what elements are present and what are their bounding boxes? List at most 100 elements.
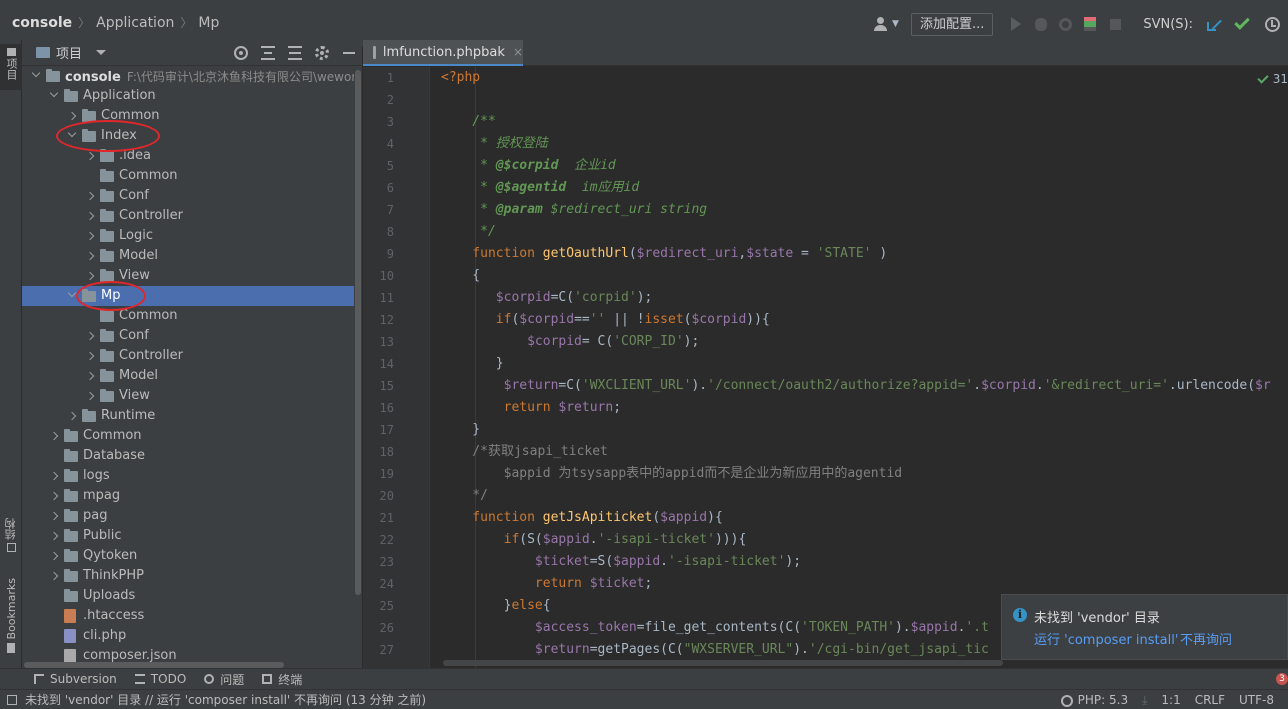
chevron-right-icon[interactable]: [85, 371, 95, 381]
php-language-level[interactable]: PHP: 5.3: [1060, 693, 1128, 707]
editor-tab-lmfunction[interactable]: lmfunction.phpbak ×: [363, 40, 523, 66]
chevron-down-icon[interactable]: [96, 50, 107, 55]
tree-row[interactable]: Qytoken: [22, 546, 354, 566]
code-line[interactable]: if(S($appid.'-isapi-ticket'))){: [441, 529, 1288, 551]
tree-row[interactable]: Model: [22, 366, 354, 386]
tree-row[interactable]: Common: [22, 306, 354, 326]
toggle-tool-windows-icon[interactable]: [7, 694, 17, 705]
inspection-widget[interactable]: 31: [1257, 71, 1288, 86]
code-line[interactable]: * @$agentid im应用id: [441, 177, 1288, 199]
chevron-right-icon[interactable]: [49, 471, 59, 481]
code-line[interactable]: function getOauthUrl($redirect_uri,$stat…: [441, 243, 1288, 265]
history-icon[interactable]: [1265, 16, 1280, 32]
tree-row[interactable]: Index: [22, 126, 354, 146]
tree-row[interactable]: ThinkPHP: [22, 566, 354, 586]
hide-panel-icon[interactable]: [342, 46, 356, 60]
editor-horizontal-scrollbar[interactable]: [443, 660, 1003, 666]
code-line[interactable]: * @$corpid 企业id: [441, 155, 1288, 177]
chevron-right-icon[interactable]: [49, 431, 59, 441]
chevron-right-icon[interactable]: [67, 111, 77, 121]
chevron-right-icon[interactable]: [85, 351, 95, 361]
tree-row[interactable]: Common: [22, 166, 354, 186]
tree-row[interactable]: cli.php: [22, 626, 354, 646]
tree-row[interactable]: Common: [22, 106, 354, 126]
code-line[interactable]: $ticket=S($appid.'-isapi-ticket');: [441, 551, 1288, 573]
composer-install-link[interactable]: 运行 'composer install': [1034, 629, 1178, 648]
code-line[interactable]: * 授权登陆: [441, 133, 1288, 155]
stop-icon[interactable]: [1110, 18, 1122, 30]
collapse-all-icon[interactable]: [288, 46, 302, 60]
gear-icon[interactable]: [315, 46, 329, 60]
code-line[interactable]: function getJsApiticket($appid){: [441, 507, 1288, 529]
tree-row[interactable]: mpag: [22, 486, 354, 506]
bookmarks-tool-tab[interactable]: Bookmarks: [0, 578, 22, 656]
code-line[interactable]: * @param $redirect_uri string: [441, 199, 1288, 221]
code-line[interactable]: /**: [441, 111, 1288, 133]
event-log-error-badge[interactable]: 3: [1276, 673, 1288, 685]
expand-arrow-icon[interactable]: [31, 68, 41, 78]
tree-row[interactable]: Common: [22, 426, 354, 446]
tree-row[interactable]: Controller: [22, 346, 354, 366]
structure-tool-tab[interactable]: 结构: [0, 518, 22, 558]
chevron-right-icon[interactable]: [85, 151, 95, 161]
tree-row[interactable]: Mp: [22, 286, 354, 306]
project-tool-tab[interactable]: 项目: [0, 44, 22, 90]
subversion-tool-button[interactable]: Subversion: [34, 672, 117, 686]
chevron-right-icon[interactable]: [49, 511, 59, 521]
code-line[interactable]: $appid 为tsysapp表中的appid而不是企业为新应用中的agenti…: [441, 463, 1288, 485]
tree-row[interactable]: Public: [22, 526, 354, 546]
svn-update-icon[interactable]: [1207, 17, 1221, 31]
chevron-right-icon[interactable]: [85, 191, 95, 201]
chevron-right-icon[interactable]: [85, 231, 95, 241]
code-area[interactable]: <?php /** * 授权登陆 * @$corpid 企业id * @$age…: [441, 67, 1288, 668]
tree-row-root[interactable]: console F:\代码审计\北京沐鱼科技有限公司\wework-: [22, 66, 354, 86]
breadcrumb-item-application[interactable]: Application: [96, 15, 174, 31]
code-line[interactable]: }: [441, 353, 1288, 375]
code-line[interactable]: [441, 89, 1288, 111]
expand-all-icon[interactable]: [261, 46, 275, 60]
caret-position[interactable]: 1:1: [1161, 693, 1180, 707]
close-icon[interactable]: ×: [513, 45, 523, 59]
chevron-right-icon[interactable]: [85, 251, 95, 261]
coverage-icon[interactable]: [1059, 17, 1073, 31]
chevron-right-icon[interactable]: [85, 391, 95, 401]
scrollbar-thumb[interactable]: [355, 70, 361, 595]
chevron-down-icon[interactable]: [67, 128, 77, 138]
terminal-tool-button[interactable]: 终端: [262, 671, 302, 688]
code-line[interactable]: /*获取jsapi_ticket: [441, 441, 1288, 463]
chevron-right-icon[interactable]: [49, 551, 59, 561]
add-configuration-button[interactable]: 添加配置...: [910, 12, 994, 36]
tree-row[interactable]: Logic: [22, 226, 354, 246]
locate-file-icon[interactable]: [234, 46, 248, 60]
tree-row[interactable]: Uploads: [22, 586, 354, 606]
debug-icon[interactable]: [1035, 17, 1048, 31]
code-line[interactable]: */: [441, 221, 1288, 243]
chevron-right-icon[interactable]: [85, 271, 95, 281]
chevron-right-icon[interactable]: [67, 411, 77, 421]
todo-tool-button[interactable]: TODO: [134, 672, 186, 686]
chevron-right-icon[interactable]: [85, 331, 95, 341]
breadcrumb-item-console[interactable]: console: [12, 15, 72, 31]
profiler-icon[interactable]: [1084, 17, 1097, 31]
project-panel-title[interactable]: 项目: [56, 43, 82, 62]
svn-commit-icon[interactable]: [1234, 14, 1250, 30]
status-message[interactable]: 未找到 'vendor' 目录 // 运行 'composer install'…: [25, 691, 426, 708]
code-line[interactable]: return $ticket;: [441, 573, 1288, 595]
tree-row[interactable]: Database: [22, 446, 354, 466]
code-line[interactable]: $corpid=C('corpid');: [441, 287, 1288, 309]
chevron-right-icon[interactable]: [49, 531, 59, 541]
tree-row[interactable]: pag: [22, 506, 354, 526]
problems-tool-button[interactable]: 问题: [204, 671, 244, 688]
code-line[interactable]: }: [441, 419, 1288, 441]
dont-ask-again-link[interactable]: 不再询问: [1180, 629, 1232, 648]
chevron-right-icon[interactable]: [49, 571, 59, 581]
tree-row[interactable]: Conf: [22, 326, 354, 346]
tree-row[interactable]: logs: [22, 466, 354, 486]
tree-row[interactable]: Controller: [22, 206, 354, 226]
chevron-right-icon[interactable]: [49, 491, 59, 501]
breadcrumb-item-mp[interactable]: Mp: [198, 15, 219, 31]
code-line[interactable]: */: [441, 485, 1288, 507]
tree-row[interactable]: View: [22, 266, 354, 286]
code-line[interactable]: $corpid= C('CORP_ID');: [441, 331, 1288, 353]
tree-row[interactable]: View: [22, 386, 354, 406]
